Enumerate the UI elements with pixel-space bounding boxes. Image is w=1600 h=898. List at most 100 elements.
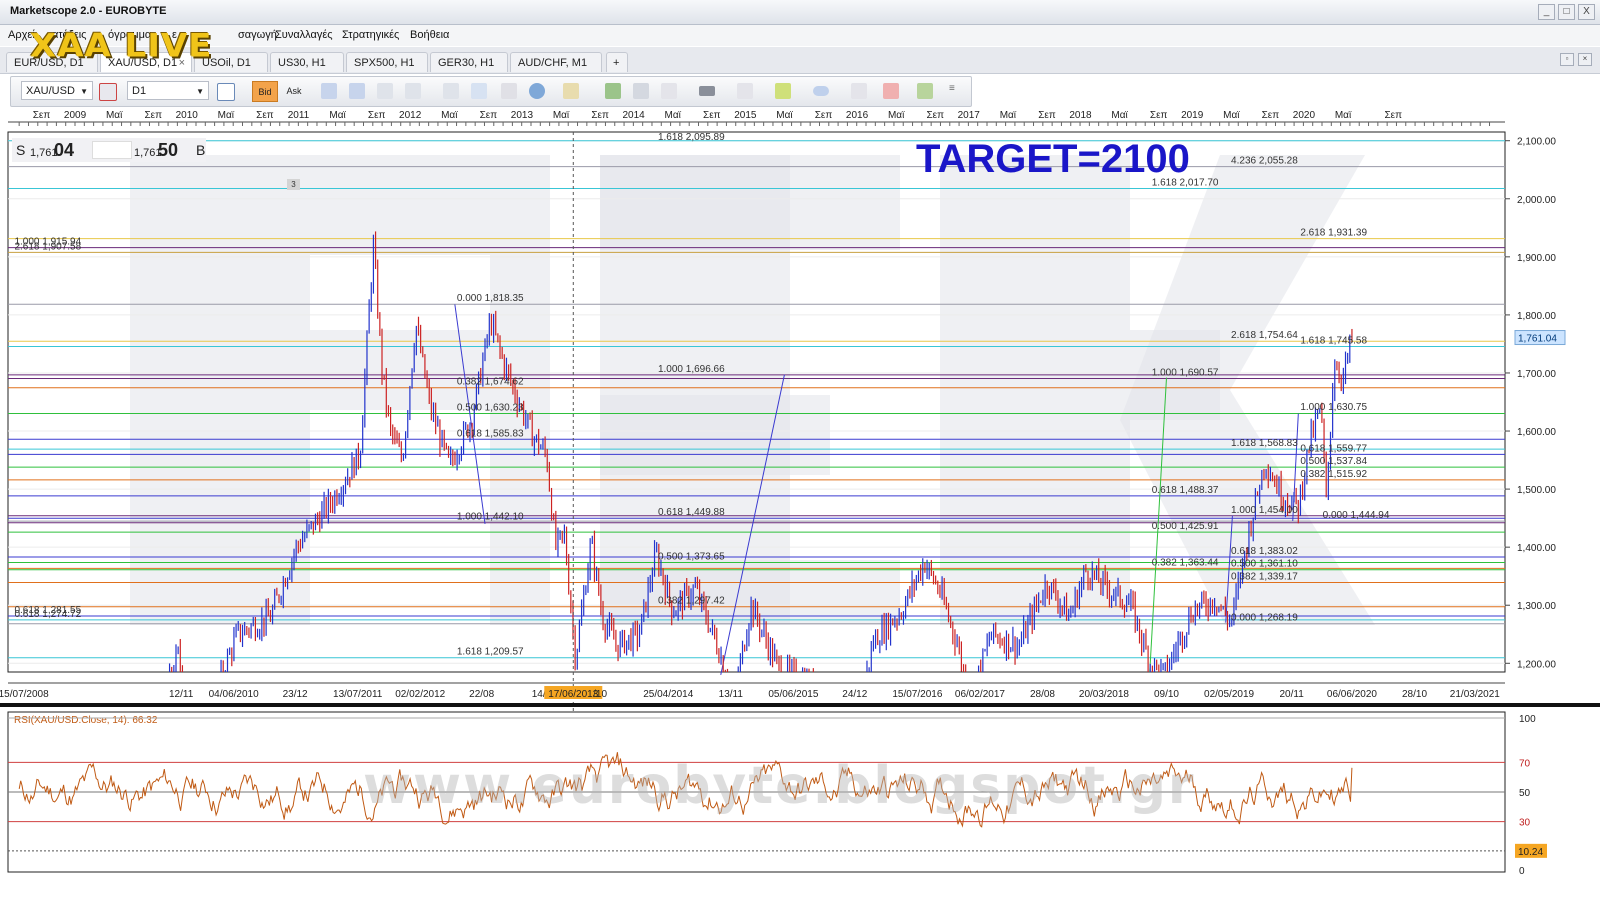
fib-label: 0.382 1,339.17 [1231, 571, 1298, 582]
bottom-axis-label: 13/07/2011 [333, 689, 383, 700]
fib-label: 0.382 1,674.62 [457, 377, 524, 388]
top-axis-label: Σεπ [815, 110, 833, 121]
top-axis-label: Μαϊ [776, 110, 793, 121]
bottom-axis-label: 23/12 [283, 689, 308, 700]
top-axis-label: Σεπ [33, 110, 51, 121]
top-axis-label: Μαϊ [553, 110, 570, 121]
rsi-value-label: 10.24 [1518, 847, 1543, 858]
top-axis-label: 2017 [958, 110, 981, 121]
fib-label: 1.618 1,209.57 [457, 647, 524, 658]
top-axis-label: 2018 [1069, 110, 1092, 121]
top-axis-label: Σεπ [591, 110, 609, 121]
fib-label: 1.000 1,454.00 [1231, 505, 1298, 516]
fib-label: 1.000 1,690.57 [1152, 367, 1219, 378]
fib-label: 0.618 1,488.37 [1152, 485, 1219, 496]
fib-label: 2.618 1,754.64 [1231, 330, 1298, 341]
order-count-tag[interactable]: 3 [287, 179, 300, 190]
fib-label: 0.618 1,383.02 [1231, 546, 1298, 557]
y-tick-label: 2,000.00 [1517, 195, 1556, 206]
top-axis-label: Μαϊ [665, 110, 682, 121]
top-axis-label: Μαϊ [218, 110, 235, 121]
fib-label: 1.618 1,568.83 [1231, 438, 1298, 449]
fib-label: 0.000 1,268.19 [1231, 613, 1298, 624]
ask-big-digits: 50 [158, 140, 179, 160]
bottom-axis-label: 20/11 [1279, 689, 1304, 700]
target-annotation: TARGET=2100 [916, 137, 1190, 181]
top-axis-label: Μαϊ [441, 110, 458, 121]
bottom-axis-label: 02/05/2019 [1204, 689, 1254, 700]
fib-label: 2.618 1,907.58 [14, 241, 81, 252]
fib-label: 0.500 1,373.65 [658, 551, 725, 562]
fib-label: 0.618 1,559.77 [1300, 443, 1367, 454]
bottom-axis-label: 02/02/2012 [395, 689, 445, 700]
bottom-axis-label: 06/06/2020 [1327, 689, 1377, 700]
y-tick-label: 1,600.00 [1517, 427, 1556, 438]
top-axis-label: Μαϊ [1000, 110, 1017, 121]
bottom-axis-label: 28/10 [1402, 689, 1427, 700]
watermark-block [130, 155, 310, 625]
top-axis-label: Μαϊ [329, 110, 346, 121]
top-axis-label: Μαϊ [1335, 110, 1352, 121]
watermark-block [600, 395, 830, 475]
top-axis-label: 2010 [176, 110, 199, 121]
fib-label: 1.618 1,745.58 [1300, 336, 1367, 347]
fib-label: 0.618 1,449.88 [658, 507, 725, 518]
watermark-block [490, 155, 550, 625]
top-axis-label: 2019 [1181, 110, 1204, 121]
y-tick-label: 1,200.00 [1517, 659, 1556, 670]
bottom-axis-label: 20/03/2018 [1079, 689, 1129, 700]
fib-label: 4.236 2,055.28 [1231, 156, 1298, 167]
bid-big-digits: 04 [54, 140, 75, 160]
bottom-axis-label: 09/10 [1154, 689, 1179, 700]
watermark-block [310, 330, 490, 410]
rsi-level-label: 70 [1519, 758, 1531, 769]
top-axis-label: Σεπ [703, 110, 721, 121]
fib-label: 0.382 1,515.92 [1300, 469, 1367, 480]
top-axis-label: Μαϊ [888, 110, 905, 121]
top-axis-label: Σεπ [1150, 110, 1168, 121]
bottom-axis-label: 13/11 [719, 689, 744, 700]
y-tick-label: 1,400.00 [1517, 543, 1556, 554]
top-axis-label: Σεπ [144, 110, 162, 121]
y-tick-label: 1,800.00 [1517, 311, 1556, 322]
top-axis-label: 2016 [846, 110, 869, 121]
rsi-level-label: 100 [1519, 714, 1536, 725]
top-axis-label: Σεπ [1385, 110, 1403, 121]
sell-label[interactable]: S [16, 142, 25, 158]
bottom-axis-label: 06/02/2017 [955, 689, 1005, 700]
fib-label: 1.000 1,696.66 [658, 364, 725, 375]
top-axis-label: 2012 [399, 110, 422, 121]
top-axis-label: Σεπ [256, 110, 274, 121]
last-price-label: 1,761.04 [1518, 334, 1557, 345]
bottom-axis-label: 24/12 [842, 689, 867, 700]
bottom-axis-label: 15/07/2016 [892, 689, 942, 700]
top-axis-label: Μαϊ [1223, 110, 1240, 121]
fib-label: 0.500 1,630.23 [457, 402, 524, 413]
top-axis-label: 2020 [1293, 110, 1316, 121]
y-tick-label: 1,300.00 [1517, 601, 1556, 612]
rsi-level-label: 50 [1519, 788, 1531, 799]
fib-label: 0.500 1,537.84 [1300, 456, 1367, 467]
bottom-axis-label: 12/11 [169, 689, 194, 700]
fib-label: 0.000 1,444.94 [1323, 510, 1390, 521]
fib-label: 0.000 1,818.35 [457, 293, 524, 304]
top-axis-label: Μαϊ [1111, 110, 1128, 121]
rsi-title: RSI(XAU/USD.Close, 14): 66.32 [14, 715, 158, 726]
fib-label: 2.618 1,931.39 [1300, 228, 1367, 239]
amount-input[interactable] [92, 141, 132, 159]
bottom-axis-label: 17/06/2013 [548, 689, 598, 700]
fib-label: 0.500 1,425.91 [1152, 521, 1219, 532]
pane-divider [0, 703, 1600, 707]
fib-label: 0.382 1,363.44 [1152, 557, 1219, 568]
bottom-axis-label: 04/06/2010 [209, 689, 259, 700]
rsi-zero-label: 0 [1519, 866, 1525, 877]
top-axis-label: 2011 [288, 110, 310, 121]
bottom-axis-label: 22/08 [469, 689, 494, 700]
bottom-axis-label: /10 [593, 689, 607, 700]
y-tick-label: 2,100.00 [1517, 137, 1556, 148]
top-axis-label: 2013 [511, 110, 534, 121]
top-axis-label: Σεπ [926, 110, 944, 121]
top-axis-label: 2014 [622, 110, 645, 121]
top-axis-label: Μαϊ [106, 110, 123, 121]
buy-label[interactable]: B [196, 142, 205, 158]
